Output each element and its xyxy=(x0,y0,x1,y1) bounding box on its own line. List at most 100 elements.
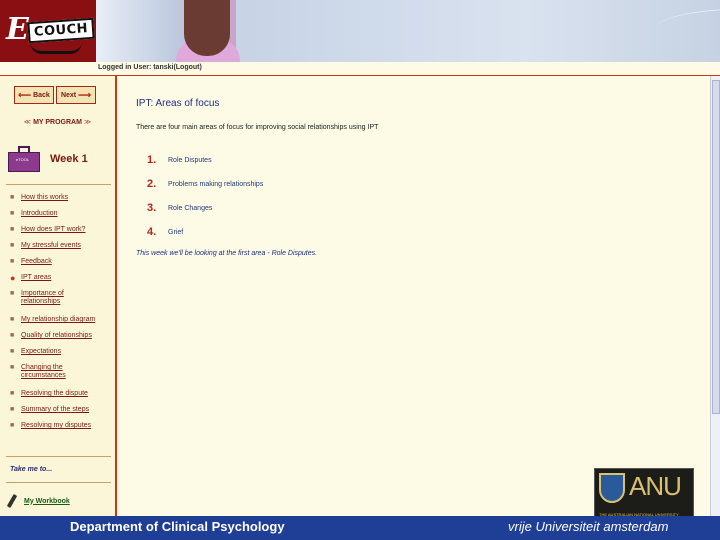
menu-link[interactable]: Summary of the steps xyxy=(21,406,89,414)
vu-amsterdam-logo: vrije Universiteit amsterdam xyxy=(508,519,668,534)
menu-item[interactable]: ■ How does IPT work? xyxy=(10,226,115,242)
menu-item[interactable]: ■ Importance of relationships xyxy=(10,290,115,316)
back-button[interactable]: ⟵ Back xyxy=(14,86,54,104)
workbook-link-row[interactable]: My Workbook xyxy=(6,493,70,509)
main-content: IPT: Areas of focus There are four main … xyxy=(117,76,710,516)
area-label: Role Changes xyxy=(168,204,213,212)
login-bar: Logged in User: tanski(Logout) xyxy=(0,62,720,76)
menu-item[interactable]: ■ Feedback xyxy=(10,258,115,274)
menu-item[interactable]: ■ Summary of the steps xyxy=(10,406,115,422)
area-number: 4. xyxy=(147,226,157,238)
bullet-icon: ■ xyxy=(10,390,15,397)
intro-text: There are four main areas of focus for i… xyxy=(136,124,379,131)
toolbox-label: eTOOL xyxy=(16,157,30,162)
toolbox-body xyxy=(8,152,40,172)
sidebar: ⟵ Back Next ⟶ ≪ MY PROGRAM ≫ eTOOL Week … xyxy=(0,76,117,516)
bullet-icon: ■ xyxy=(10,332,15,339)
week-header: eTOOL Week 1 xyxy=(8,146,88,172)
banner-swirl xyxy=(656,8,720,48)
divider xyxy=(6,456,111,457)
area-label: Role Disputes xyxy=(168,156,212,164)
menu-link[interactable]: My stressful events xyxy=(21,242,81,250)
menu-item[interactable]: ■ My relationship diagram xyxy=(10,316,115,332)
menu-item[interactable]: ■ Expectations xyxy=(10,348,115,364)
menu-link[interactable]: Importance of relationships xyxy=(21,290,71,306)
focus-area-item: 3. Role Changes xyxy=(147,196,263,220)
scrollbar-thumb[interactable] xyxy=(712,80,720,414)
bullet-icon: ■ xyxy=(10,210,15,217)
area-number: 1. xyxy=(147,154,157,166)
menu-link[interactable]: How does IPT work? xyxy=(21,226,85,234)
vertical-scrollbar[interactable] xyxy=(710,76,720,516)
bullet-icon: ■ xyxy=(10,348,15,355)
menu-item[interactable]: ■ Resolving my disputes xyxy=(10,422,115,438)
my-program-title: MY PROGRAM xyxy=(33,119,82,126)
bullet-icon: ■ xyxy=(10,258,15,265)
bullet-icon: ■ xyxy=(10,194,15,201)
arrow-left-icon: ⟵ xyxy=(18,89,32,100)
divider xyxy=(6,482,111,483)
menu-link[interactable]: Introduction xyxy=(21,210,58,218)
menu-link[interactable]: Feedback xyxy=(21,258,52,266)
footer-bar: Department of Clinical Psychology vrije … xyxy=(0,516,720,540)
next-button[interactable]: Next ⟶ xyxy=(56,86,96,104)
menu-link[interactable]: Quality of relationships xyxy=(21,332,92,340)
login-status[interactable]: Logged in User: tanski(Logout) xyxy=(98,64,202,71)
area-label: Grief xyxy=(168,228,184,236)
menu-item-active[interactable]: ● IPT areas xyxy=(10,274,115,290)
menu-item[interactable]: ■ Quality of relationships xyxy=(10,332,115,348)
site-header: E COUCH xyxy=(0,0,720,62)
menu-item[interactable]: ■ Resolving the dispute xyxy=(10,390,115,406)
ecouch-logo[interactable]: E COUCH xyxy=(0,0,96,62)
logo-e-letter: E xyxy=(6,12,29,47)
page-title: IPT: Areas of focus xyxy=(136,98,220,109)
menu-link[interactable]: Resolving my disputes xyxy=(21,422,91,430)
take-me-to-label: Take me to... xyxy=(10,466,53,473)
header-person-face xyxy=(184,0,230,56)
active-bullet-icon: ● xyxy=(10,273,16,283)
toolbox-icon: eTOOL xyxy=(8,146,40,172)
bullet-icon: ■ xyxy=(10,316,15,323)
menu-link[interactable]: My relationship diagram xyxy=(21,316,95,324)
vu-city: amsterdam xyxy=(603,519,669,534)
focus-area-item: 1. Role Disputes xyxy=(147,148,263,172)
menu-item[interactable]: ■ My stressful events xyxy=(10,242,115,258)
logo-couch-text: COUCH xyxy=(27,17,95,44)
logo-swoosh xyxy=(30,42,82,54)
workbook-link[interactable]: My Workbook xyxy=(24,498,70,505)
focus-areas-list: 1. Role Disputes 2. Problems making relati… xyxy=(147,148,263,244)
my-program-header: ≪ MY PROGRAM ≫ xyxy=(0,118,115,126)
header-banner xyxy=(236,0,720,62)
bullet-icon: ■ xyxy=(10,364,15,371)
menu-item[interactable]: ■ How this works xyxy=(10,194,115,210)
menu-link[interactable]: How this works xyxy=(21,194,68,202)
anu-crest-icon xyxy=(599,473,625,503)
area-number: 3. xyxy=(147,202,157,214)
bullet-icon: ■ xyxy=(10,226,15,233)
bullet-icon: ■ xyxy=(10,290,15,297)
week-note: This week we'll be looking at the first … xyxy=(136,250,318,257)
ornament-left-icon: ≪ xyxy=(23,119,32,126)
menu-link[interactable]: IPT areas xyxy=(21,274,51,282)
menu-item[interactable]: ■ Introduction xyxy=(10,210,115,226)
ornament-right-icon: ≫ xyxy=(83,119,92,126)
menu-link[interactable]: Changing the circumstances xyxy=(21,364,76,380)
focus-area-item: 2. Problems making relationships xyxy=(147,172,263,196)
focus-area-item: 4. Grief xyxy=(147,220,263,244)
menu-link[interactable]: Resolving the dispute xyxy=(21,390,88,398)
area-number: 2. xyxy=(147,178,157,190)
anu-letters: ANU xyxy=(629,471,682,501)
bullet-icon: ■ xyxy=(10,422,15,429)
menu-link[interactable]: Expectations xyxy=(21,348,61,356)
divider xyxy=(6,184,111,185)
pen-icon xyxy=(6,493,18,509)
next-label: Next xyxy=(60,91,77,99)
menu-item[interactable]: ■ Changing the circumstances xyxy=(10,364,115,390)
week-label: Week 1 xyxy=(50,153,88,165)
nav-buttons: ⟵ Back Next ⟶ xyxy=(14,86,96,104)
vu-name: vrije Universiteit xyxy=(508,519,600,534)
bullet-icon: ■ xyxy=(10,242,15,249)
area-label: Problems making relationships xyxy=(168,180,264,188)
department-name: Department of Clinical Psychology xyxy=(70,519,285,534)
program-menu: ■ How this works ■ Introduction ■ How does … xyxy=(10,194,115,438)
